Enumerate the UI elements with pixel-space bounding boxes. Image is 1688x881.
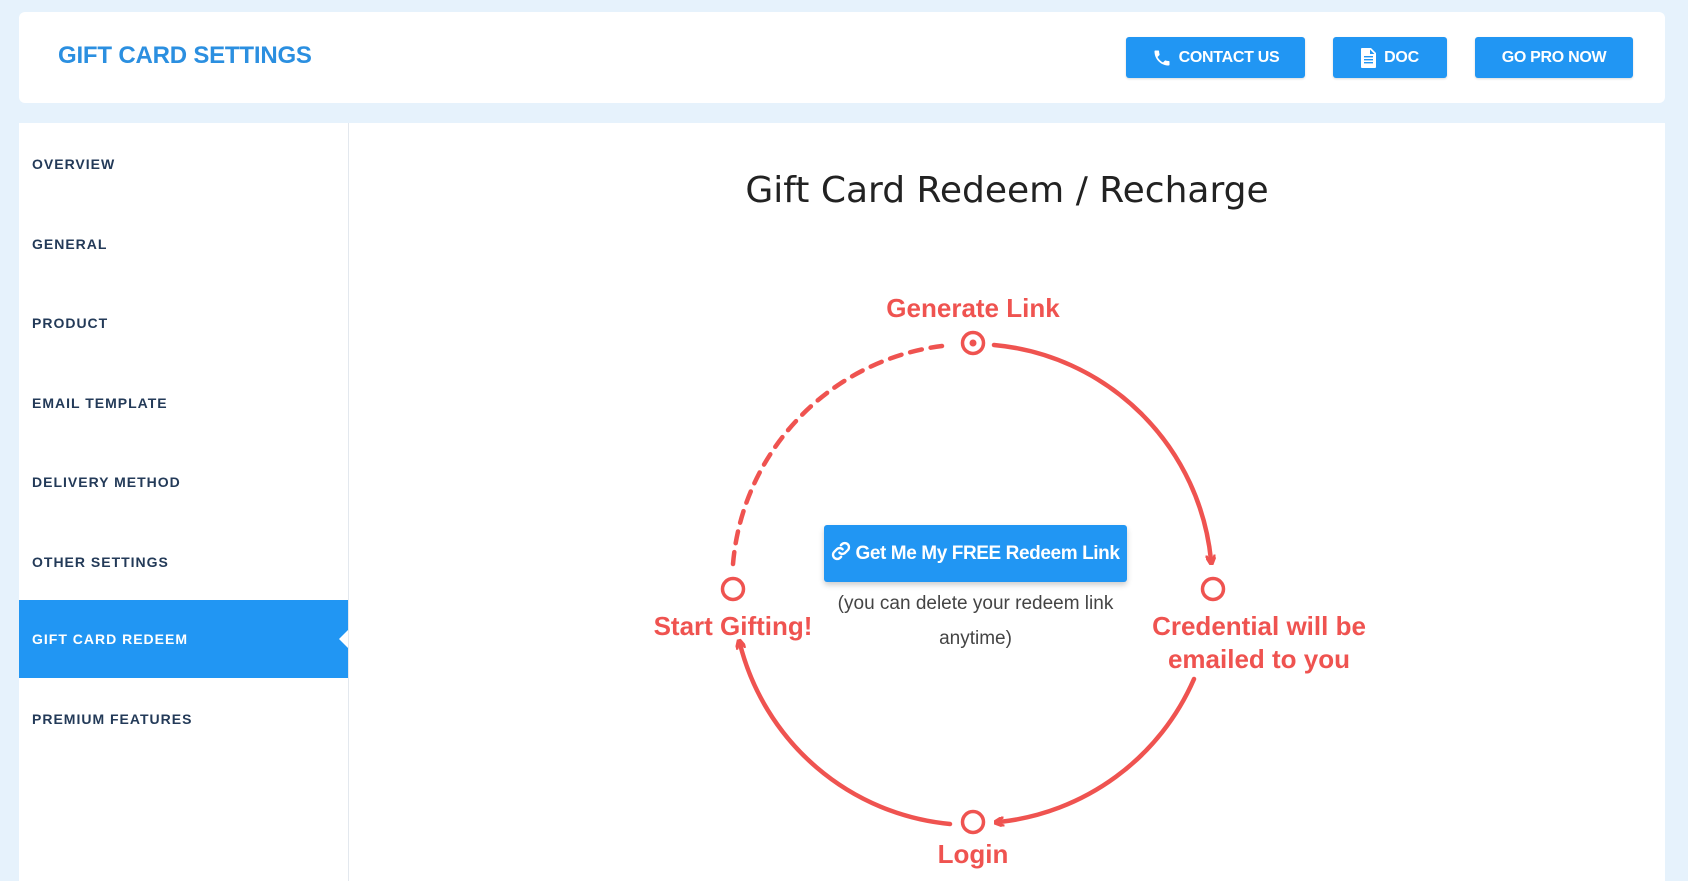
doc-label: DOC: [1384, 48, 1419, 66]
link-icon: [831, 541, 851, 567]
redeem-cycle-diagram: [720, 330, 1226, 835]
sidebar-item-product[interactable]: PRODUCT: [19, 284, 348, 362]
label-start-gifting: Start Gifting!: [653, 611, 813, 641]
node-credential: [1200, 576, 1226, 602]
node-login: [960, 809, 986, 835]
sidebar-item-premium-features[interactable]: PREMIUM FEATURES: [19, 680, 348, 758]
sidebar-item-label: EMAIL TEMPLATE: [32, 395, 168, 411]
arc-credential-to-login: [999, 676, 1197, 822]
sidebar-item-general[interactable]: GENERAL: [19, 205, 348, 283]
sidebar-item-delivery-method[interactable]: DELIVERY METHOD: [19, 443, 348, 521]
sidebar-item-label: GIFT CARD REDEEM: [32, 631, 188, 647]
sidebar-item-label: OVERVIEW: [32, 156, 116, 172]
sidebar-item-gift-card-redeem[interactable]: GIFT CARD REDEEM: [19, 600, 348, 678]
sidebar-item-label: PREMIUM FEATURES: [32, 711, 193, 727]
label-credential-line1: Credential will be: [1152, 611, 1366, 641]
page-title: GIFT CARD SETTINGS: [58, 42, 312, 69]
node-generate-dot: [969, 339, 977, 347]
get-redeem-link-label: Get Me My FREE Redeem Link: [855, 542, 1120, 564]
node-start: [720, 576, 746, 602]
sidebar-item-overview[interactable]: OVERVIEW: [19, 125, 348, 203]
label-login: Login: [937, 839, 1009, 869]
main-panel: Gift Card Redeem / Recharge Generate Lin…: [349, 123, 1665, 881]
sidebar-item-other-settings[interactable]: OTHER SETTINGS: [19, 523, 348, 601]
go-pro-button[interactable]: GO PRO NOW: [1475, 37, 1633, 78]
sidebar-item-label: PRODUCT: [32, 315, 109, 331]
label-generate-link: Generate Link: [886, 293, 1060, 323]
go-pro-label: GO PRO NOW: [1501, 48, 1607, 66]
document-icon: [1361, 47, 1377, 68]
sidebar-item-email-template[interactable]: EMAIL TEMPLATE: [19, 364, 348, 442]
label-credential-line2: emailed to you: [1167, 644, 1351, 674]
doc-button[interactable]: DOC: [1333, 37, 1447, 78]
sidebar-item-label: GENERAL: [32, 236, 108, 252]
contact-us-button[interactable]: CONTACT US: [1126, 37, 1305, 78]
get-redeem-link-button[interactable]: Get Me My FREE Redeem Link: [824, 525, 1127, 582]
redeem-note: (you can delete your redeem link anytime…: [837, 593, 1114, 649]
sidebar-item-label: DELIVERY METHOD: [32, 474, 181, 490]
arc-login-to-start: [740, 644, 953, 827]
sidebar-item-label: OTHER SETTINGS: [32, 554, 169, 570]
contact-us-label: CONTACT US: [1178, 48, 1280, 66]
label-credential: Credential will be emailed to you: [1129, 610, 1389, 676]
header-bar: GIFT CARD SETTINGS CONTACT US DOC GO PRO…: [19, 12, 1665, 103]
phone-icon: [1152, 48, 1172, 68]
sidebar: OVERVIEW GENERAL PRODUCT EMAIL TEMPLATE …: [19, 123, 349, 881]
